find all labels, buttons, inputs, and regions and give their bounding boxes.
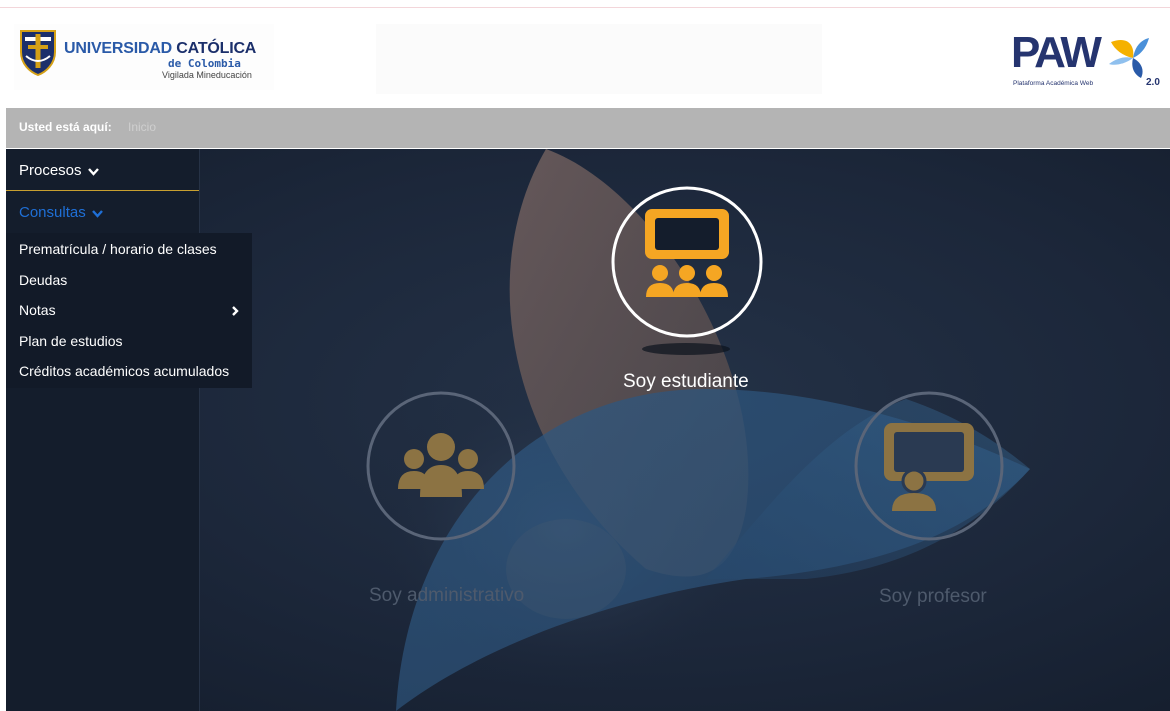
top-divider [0, 7, 1170, 8]
role-teacher-button[interactable] [852, 389, 1006, 543]
role-student-button[interactable] [610, 185, 764, 339]
main-area: Soy estudiante Soy administrativo Soy pr… [6, 149, 1170, 711]
group-icon [366, 391, 516, 541]
role-student-label[interactable]: Soy estudiante [623, 371, 749, 393]
university-vigilada: Vigilada Mineducación [162, 70, 252, 80]
nav-consultas[interactable]: Consultas [6, 191, 199, 233]
university-name: UNIVERSIDAD CATÓLICA [64, 40, 257, 57]
university-subtitle: de Colombia [168, 57, 241, 70]
breadcrumb-label: Usted está aquí: [19, 120, 112, 134]
chevron-down-icon [91, 209, 103, 218]
classroom-icon [611, 186, 763, 338]
university-shield-icon [20, 30, 56, 76]
submenu-item-creditos[interactable]: Créditos académicos acumulados [19, 363, 229, 379]
role-admin-button[interactable] [364, 389, 518, 543]
nav-procesos[interactable]: Procesos [6, 149, 199, 191]
role-teacher-label[interactable]: Soy profesor [879, 586, 987, 608]
student-shadow [642, 343, 730, 355]
paw-logo[interactable]: PAW Plataforma Académica Web 2.0 [1005, 24, 1165, 94]
page-header: UNIVERSIDAD CATÓLICA de Colombia Vigilad… [0, 10, 1170, 106]
university-logo[interactable]: UNIVERSIDAD CATÓLICA de Colombia Vigilad… [14, 24, 274, 90]
paw-logo-text: PAW [1011, 28, 1102, 77]
consultas-submenu: Prematrícula / horario de clases Deudas … [6, 233, 252, 388]
submenu-item-plan-estudios[interactable]: Plan de estudios [19, 333, 123, 349]
breadcrumb-home-link[interactable]: Inicio [128, 120, 156, 134]
submenu-item-notas[interactable]: Notas [19, 302, 56, 318]
submenu-item-prematricula[interactable]: Prematrícula / horario de clases [19, 241, 217, 257]
chevron-right-icon[interactable] [230, 304, 240, 318]
nav-consultas-label: Consultas [19, 204, 103, 221]
paw-subtitle: Plataforma Académica Web [1013, 80, 1094, 87]
header-banner [376, 24, 822, 94]
paw-version: 2.0 [1146, 77, 1160, 88]
submenu-item-deudas[interactable]: Deudas [19, 272, 67, 288]
chevron-down-icon [87, 167, 99, 176]
paw-butterfly-icon [1109, 38, 1149, 78]
role-admin-label[interactable]: Soy administrativo [369, 585, 524, 607]
nav-procesos-label: Procesos [19, 162, 99, 179]
breadcrumb: Usted está aquí: Inicio [6, 108, 1170, 148]
teacher-board-icon [854, 391, 1004, 541]
